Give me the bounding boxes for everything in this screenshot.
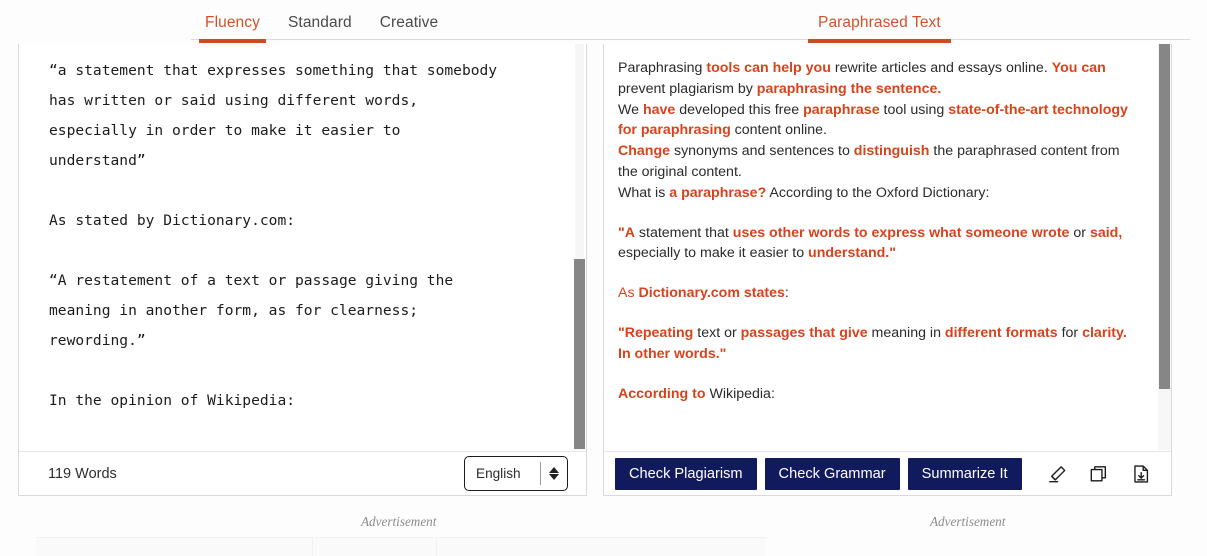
highlighted-phrase: uses other words to express what someone… bbox=[732, 224, 1070, 241]
highlighted-phrase: different formats bbox=[944, 324, 1058, 341]
paraphrased-paragraph: As Dictionary.com states: bbox=[618, 283, 1141, 304]
plain-text: synonyms and sentences to bbox=[670, 143, 854, 160]
highlighted-phrase: distinguish bbox=[853, 143, 930, 160]
source-text-panel: “a statement that expresses something th… bbox=[18, 44, 587, 496]
paraphrased-paragraph: "A statement that uses other words to ex… bbox=[618, 223, 1141, 265]
highlighted-phrase: " bbox=[618, 324, 625, 341]
paraphrased-paragraph: What is a paraphrase? According to the O… bbox=[618, 183, 1141, 204]
highlighted-phrase: have bbox=[642, 101, 676, 118]
plain-text: especially to make it easier to bbox=[618, 245, 809, 262]
paraphrased-paragraph: According to Wikipedia: bbox=[618, 384, 1141, 405]
source-footer: 119 Words English bbox=[19, 451, 586, 495]
paraphrased-editor[interactable]: Paraphrasing tools can help you rewrite … bbox=[604, 44, 1171, 451]
highlighted-phrase: paraphrase bbox=[803, 101, 880, 118]
tabs-row: Fluency Standard Creative Paraphrased Te… bbox=[0, 0, 1207, 43]
tab-creative[interactable]: Creative bbox=[366, 0, 453, 43]
plain-text: prevent plagiarism by bbox=[618, 80, 757, 97]
word-count-label: 119 Words bbox=[48, 465, 117, 482]
tab-creative-label: Creative bbox=[379, 14, 439, 31]
plain-text: text or bbox=[693, 324, 741, 341]
plain-text: developed this free bbox=[675, 101, 804, 118]
paraphrased-paragraph: Paraphrasing tools can help you rewrite … bbox=[618, 58, 1141, 100]
plain-text: or bbox=[1069, 224, 1090, 241]
paraphrased-scrollbar-thumb[interactable] bbox=[1159, 44, 1170, 389]
mode-tabs: Fluency Standard Creative bbox=[191, 0, 452, 43]
tab-paraphrased-text[interactable]: Paraphrased Text bbox=[808, 0, 951, 43]
highlighted-phrase: A bbox=[624, 224, 635, 241]
action-icon-group bbox=[1045, 462, 1153, 486]
highlighted-phrase: passages that give bbox=[740, 324, 868, 341]
highlighted-phrase: a paraphrase? bbox=[669, 184, 767, 201]
chevron-updown-icon[interactable] bbox=[541, 467, 567, 480]
paraphrased-paragraph: "Repeating text or passages that give me… bbox=[618, 323, 1141, 365]
highlighted-phrase: " bbox=[618, 224, 625, 241]
highlighted-phrase: said, bbox=[1089, 224, 1123, 241]
highlighted-phrase: Repeating bbox=[624, 324, 694, 341]
plain-text: Paraphrasing bbox=[618, 60, 707, 76]
paraphrased-scrollbar[interactable] bbox=[1158, 44, 1171, 450]
download-icon[interactable] bbox=[1129, 462, 1153, 486]
highlighted-phrase: Change bbox=[618, 143, 671, 160]
check-plagiarism-button[interactable]: Check Plagiarism bbox=[615, 457, 757, 490]
language-select-value: English bbox=[476, 466, 521, 481]
paraphrased-text-content[interactable]: Paraphrasing tools can help you rewrite … bbox=[618, 58, 1141, 404]
tab-fluency[interactable]: Fluency bbox=[191, 0, 274, 43]
paraphrased-footer: Check Plagiarism Check Grammar Summarize… bbox=[604, 451, 1171, 495]
language-select[interactable]: English bbox=[464, 456, 568, 491]
tab-paraphrased-text-label: Paraphrased Text bbox=[818, 14, 941, 31]
tab-fluency-label: Fluency bbox=[205, 14, 260, 31]
plain-text: We bbox=[618, 101, 643, 118]
plain-text: What is bbox=[618, 184, 670, 201]
advertisement-label-left: Advertisement bbox=[361, 514, 437, 529]
plain-text: rewrite articles and essays online. bbox=[830, 60, 1052, 76]
plain-text: : bbox=[784, 285, 789, 302]
paraphrasing-tool-page: Fluency Standard Creative Paraphrased Te… bbox=[0, 0, 1207, 556]
plain-text: tool using bbox=[879, 101, 949, 118]
paraphrased-paragraph: We have developed this free paraphrase t… bbox=[618, 100, 1141, 142]
advertisement-label-right: Advertisement bbox=[930, 514, 1006, 529]
highlighted-phrase: You can bbox=[1051, 60, 1106, 76]
plain-text: for bbox=[1057, 324, 1083, 341]
highlighted-phrase: paraphrasing the sentence. bbox=[756, 80, 942, 97]
tab-standard[interactable]: Standard bbox=[274, 0, 366, 43]
highlighted-phrase: According to bbox=[618, 385, 706, 402]
source-scrollbar-thumb[interactable] bbox=[574, 259, 585, 449]
plain-text: According to the Oxford Dictionary: bbox=[766, 184, 990, 201]
tab-standard-label: Standard bbox=[287, 14, 352, 31]
highlighted-phrase: Dictionary.com states bbox=[638, 285, 785, 302]
paraphrased-paragraph: Change synonyms and sentences to disting… bbox=[618, 141, 1141, 183]
plain-text: content online. bbox=[730, 122, 827, 139]
highlighted-phrase: tools can help you bbox=[706, 60, 831, 76]
advertisement-slot-left bbox=[36, 537, 766, 556]
source-scrollbar[interactable] bbox=[573, 44, 586, 450]
highlighted-word: As bbox=[618, 285, 639, 302]
source-text-content[interactable]: “a statement that expresses something th… bbox=[49, 56, 564, 451]
check-grammar-button[interactable]: Check Grammar bbox=[764, 457, 900, 490]
plain-text: statement that bbox=[634, 224, 733, 241]
plain-text: meaning in bbox=[867, 324, 945, 341]
copy-icon[interactable] bbox=[1087, 462, 1111, 486]
source-editor[interactable]: “a statement that expresses something th… bbox=[19, 44, 586, 451]
eraser-icon[interactable] bbox=[1045, 462, 1069, 486]
summarize-it-button[interactable]: Summarize It bbox=[907, 457, 1022, 490]
highlighted-phrase: understand." bbox=[808, 245, 896, 262]
paraphrased-text-panel: Paraphrasing tools can help you rewrite … bbox=[603, 44, 1172, 496]
plain-text: Wikipedia: bbox=[705, 385, 775, 402]
